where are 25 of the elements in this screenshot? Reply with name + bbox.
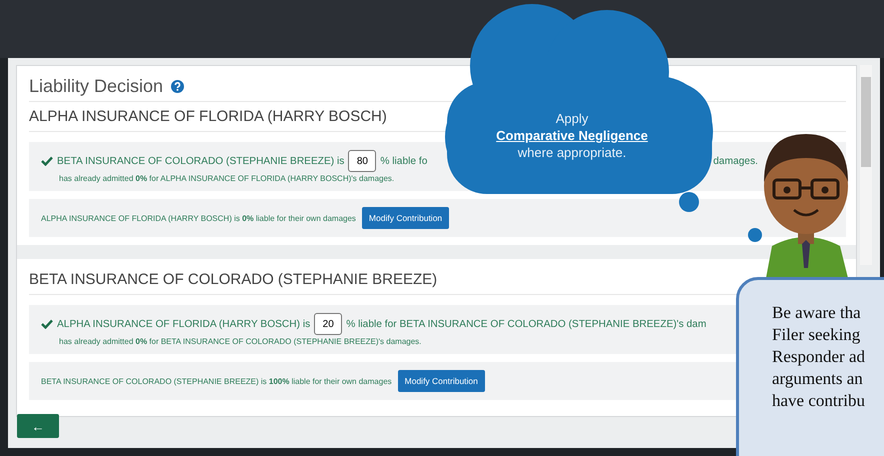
liability-text: % liable fo — [380, 156, 428, 166]
admitted-note: has already admitted 0% for BETA INSURANCE OF COLORADO (STEPHANIE BREEZE)'s damages. — [59, 337, 422, 346]
help-icon[interactable] — [171, 80, 184, 93]
callout-text: arguments an — [772, 368, 863, 390]
percent-input[interactable]: 80 — [348, 150, 376, 172]
callout-text: have contribu — [772, 390, 865, 412]
liability-text: damages. — [713, 156, 758, 166]
cloud-text: Apply — [556, 110, 588, 127]
modify-contribution-button[interactable]: Modify Contribution — [398, 370, 485, 392]
scrollbar[interactable] — [860, 65, 872, 265]
callout-text: Be aware tha — [772, 302, 861, 324]
thought-dot-icon — [748, 228, 762, 242]
own-liability-text: BETA INSURANCE OF COLORADO (STEPHANIE BREEZE) is 100% liable for their own damages — [41, 376, 392, 386]
liability-text: ALPHA INSURANCE OF FLORIDA (HARRY BOSCH) is — [57, 318, 310, 330]
back-button[interactable]: ← — [17, 414, 59, 438]
callout-text: Responder ad — [772, 346, 866, 368]
modify-contribution-button[interactable]: Modify Contribution — [362, 207, 450, 229]
admitted-note: has already admitted 0% for ALPHA INSURANCE OF FLORIDA (HARRY BOSCH)'s damages. — [59, 174, 396, 183]
page-heading: Liability Decision — [29, 76, 164, 97]
callout-text: Filer seeking — [772, 324, 860, 346]
liability-text: BETA INSURANCE OF COLORADO (STEPHANIE BREEZE) is — [57, 156, 344, 166]
cloud-text: where appropriate. — [518, 144, 626, 161]
liability-text: % liable for BETA INSURANCE OF COLORADO (STEPHANIE BREEZE)'s dam — [346, 318, 706, 330]
own-liability-text: ALPHA INSURANCE OF FLORIDA (HARRY BOSCH) is 0% liable for their own damages — [41, 214, 356, 222]
percent-input[interactable]: 20 — [314, 313, 342, 335]
